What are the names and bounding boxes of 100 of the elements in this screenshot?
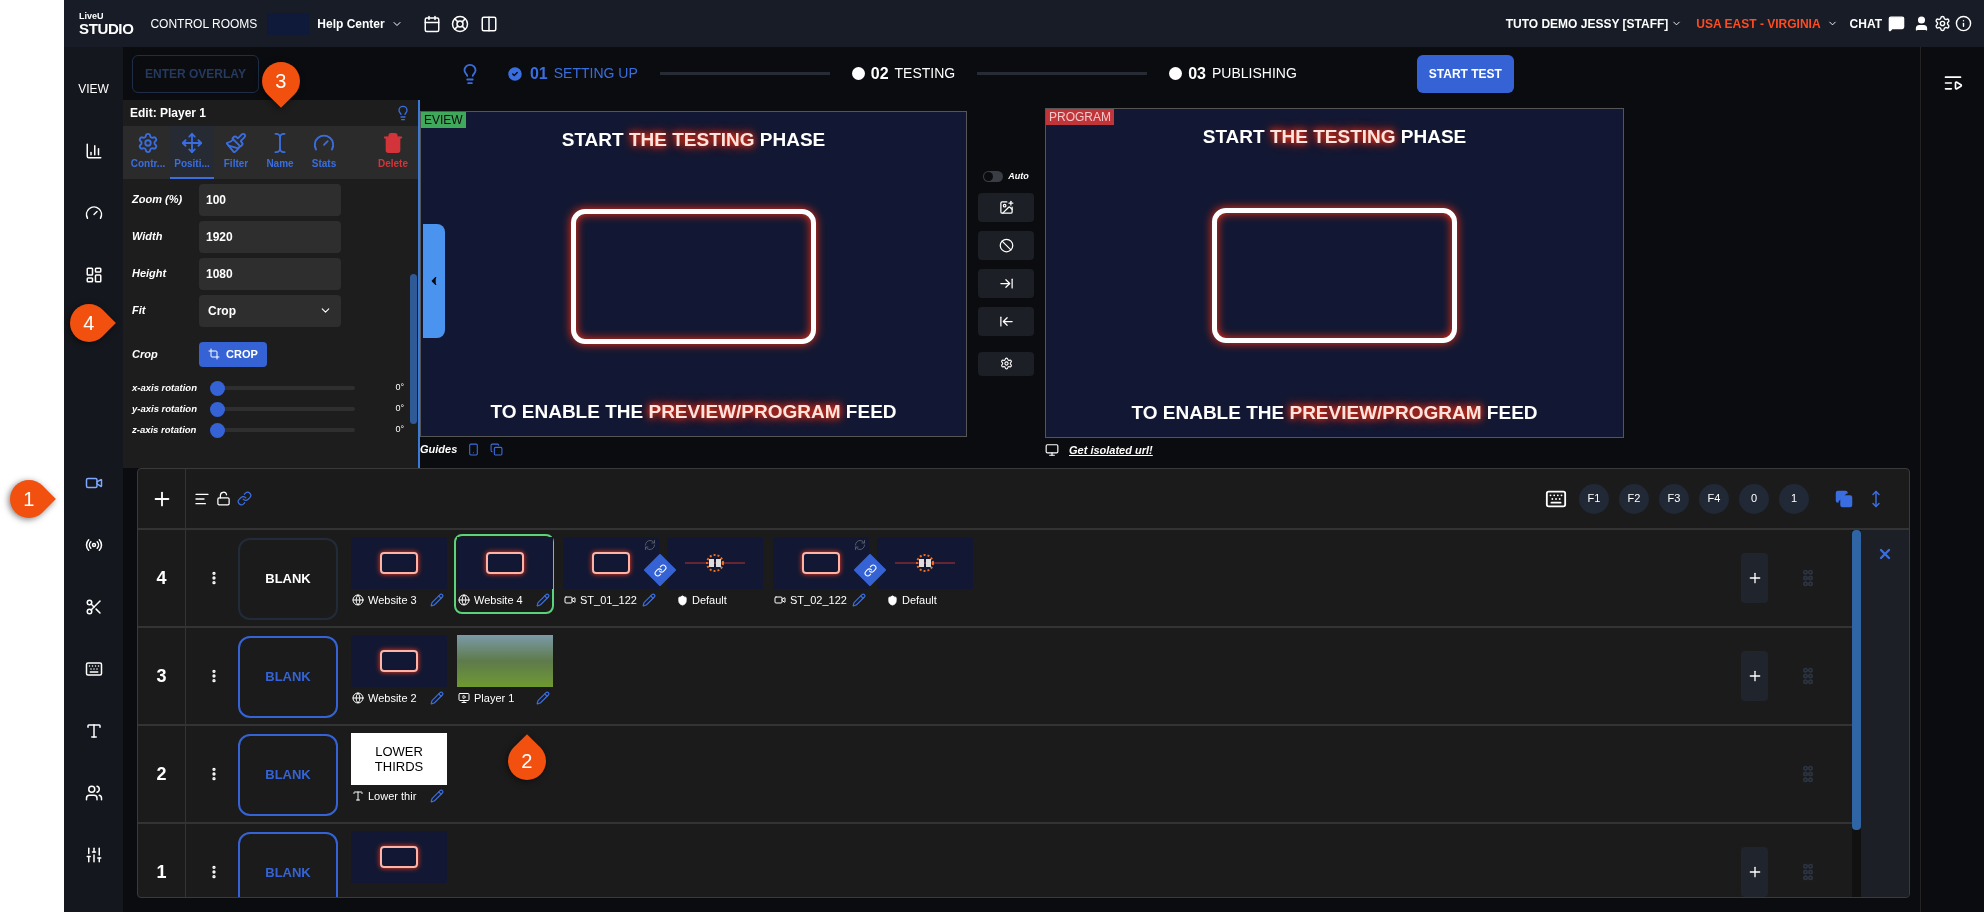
link-icon bbox=[863, 563, 877, 577]
phone-icon[interactable] bbox=[467, 442, 481, 456]
brush-icon bbox=[225, 132, 247, 154]
guides-label: Guides bbox=[420, 441, 458, 457]
pencil-icon[interactable] bbox=[430, 789, 444, 803]
playlist-icon[interactable] bbox=[1942, 73, 1963, 93]
chat-button[interactable]: CHAT bbox=[1849, 14, 1882, 33]
image-add-button[interactable] bbox=[978, 192, 1034, 222]
chat-icon[interactable] bbox=[1888, 15, 1905, 32]
monitor-tag: PROGRAM bbox=[1046, 109, 1114, 125]
add-source-button[interactable] bbox=[1741, 553, 1768, 603]
gear-icon bbox=[999, 357, 1013, 370]
source-label: ST_02_122 bbox=[790, 592, 847, 608]
view-label: VIEW bbox=[78, 81, 109, 98]
copy-icon[interactable] bbox=[490, 442, 504, 456]
globe-icon bbox=[352, 692, 364, 704]
link-badge[interactable] bbox=[644, 554, 676, 586]
room-dropdown[interactable]: Help Center bbox=[317, 14, 403, 33]
slider-reading: 0° bbox=[395, 423, 404, 437]
antenna-icon[interactable] bbox=[84, 536, 103, 554]
shortcut-button[interactable]: 1 bbox=[1779, 483, 1809, 514]
isolated-url-link[interactable]: Get isolated url! bbox=[1069, 441, 1153, 459]
pencil-icon[interactable] bbox=[536, 593, 550, 607]
layer-number: 1 bbox=[156, 860, 167, 884]
image-add-icon bbox=[998, 199, 1014, 215]
settings-icon[interactable] bbox=[1934, 15, 1951, 32]
user-icon[interactable] bbox=[1913, 15, 1930, 32]
input-field[interactable]: 1920 bbox=[199, 220, 341, 253]
add-source-button[interactable] bbox=[1741, 847, 1768, 897]
auto-label: Auto bbox=[1008, 170, 1029, 183]
user-dropdown[interactable]: TUTO DEMO JESSY [STAFF] bbox=[1505, 14, 1683, 33]
input-field[interactable]: 1080 bbox=[199, 257, 341, 290]
scrollbar-thumb[interactable] bbox=[1852, 530, 1861, 830]
unlock-icon[interactable] bbox=[216, 491, 231, 506]
shortcut-button[interactable]: 0 bbox=[1739, 483, 1769, 514]
cut-in-button[interactable] bbox=[978, 268, 1034, 298]
field-label: Height bbox=[132, 266, 168, 282]
gauge-icon[interactable] bbox=[84, 204, 103, 222]
region-dropdown[interactable]: USA EAST - VIRGINIA bbox=[1696, 14, 1838, 33]
check-icon bbox=[505, 64, 524, 83]
layer-number: 3 bbox=[156, 664, 167, 688]
shield-icon bbox=[677, 594, 688, 606]
help-icon[interactable] bbox=[450, 14, 469, 33]
shortcut-button[interactable]: F2 bbox=[1619, 483, 1649, 514]
pencil-icon[interactable] bbox=[642, 593, 656, 607]
copy-icon[interactable] bbox=[1835, 489, 1853, 508]
fit-select[interactable]: Crop bbox=[199, 294, 341, 327]
start-test-button[interactable]: START TEST bbox=[1416, 54, 1514, 93]
scissors-icon[interactable] bbox=[84, 598, 103, 616]
slider[interactable] bbox=[210, 401, 355, 417]
phase-step[interactable]: 01 SETTING UP bbox=[505, 61, 638, 86]
blank-tile[interactable]: BLANK bbox=[238, 538, 338, 620]
shortcut-button[interactable]: F1 bbox=[1579, 483, 1609, 514]
layout-icon[interactable] bbox=[84, 266, 103, 284]
shortcut-button[interactable]: F3 bbox=[1659, 483, 1689, 514]
crop-icon bbox=[208, 348, 220, 360]
input-field[interactable]: 100 bbox=[199, 183, 341, 216]
scrollbar-thumb[interactable] bbox=[410, 274, 417, 424]
source-label: Website 2 bbox=[368, 690, 417, 706]
keyboard-icon[interactable] bbox=[84, 660, 103, 678]
slider-thumb[interactable] bbox=[210, 380, 225, 396]
slider-reading: 0° bbox=[395, 402, 404, 416]
slider-thumb[interactable] bbox=[210, 401, 225, 417]
phase-step[interactable]: 02 TESTING bbox=[851, 61, 956, 86]
fallback-label: Default bbox=[902, 592, 937, 608]
chart-icon[interactable] bbox=[84, 142, 103, 160]
link-icon[interactable] bbox=[237, 491, 252, 506]
info-icon[interactable] bbox=[1955, 15, 1972, 32]
calendar-icon[interactable] bbox=[422, 14, 441, 33]
slider[interactable] bbox=[210, 380, 355, 396]
cut-out-button[interactable] bbox=[978, 306, 1034, 336]
shortcut-button[interactable]: F4 bbox=[1699, 483, 1729, 514]
phase-step[interactable]: 03 PUBLISHING bbox=[1169, 61, 1297, 86]
crop-button[interactable]: CROP bbox=[199, 341, 267, 367]
close-icon[interactable] bbox=[1877, 546, 1893, 562]
pencil-icon[interactable] bbox=[536, 691, 550, 705]
globe-icon bbox=[458, 594, 470, 606]
text-icon[interactable] bbox=[84, 722, 103, 740]
slider[interactable] bbox=[210, 422, 355, 438]
link-badge[interactable] bbox=[854, 554, 886, 586]
pencil-icon[interactable] bbox=[430, 691, 444, 705]
source-label: Lower thir bbox=[368, 788, 417, 804]
slider-reading: 0° bbox=[395, 381, 404, 395]
pencil-icon[interactable] bbox=[852, 593, 866, 607]
slider-thumb[interactable] bbox=[210, 422, 225, 438]
link-icon bbox=[653, 563, 667, 577]
monitor-headline: TO ENABLE THE PREVIEW/PROGRAM FEED bbox=[1131, 400, 1538, 425]
lightbulb-icon[interactable] bbox=[395, 103, 411, 123]
add-source-button[interactable] bbox=[1741, 651, 1768, 701]
field-label: Crop bbox=[132, 346, 159, 362]
source-label: ST_01_122 bbox=[580, 592, 637, 608]
settings-button[interactable] bbox=[978, 351, 1034, 376]
users-icon[interactable] bbox=[84, 784, 103, 802]
pencil-icon[interactable] bbox=[430, 593, 444, 607]
auto-toggle[interactable] bbox=[983, 171, 1004, 183]
camera-icon bbox=[564, 594, 576, 606]
fallback-label: Default bbox=[692, 592, 727, 608]
field-label: Zoom (%) bbox=[132, 192, 184, 208]
sliders-icon[interactable] bbox=[84, 846, 103, 864]
control-rooms-link[interactable]: CONTROL ROOMS bbox=[150, 14, 258, 33]
